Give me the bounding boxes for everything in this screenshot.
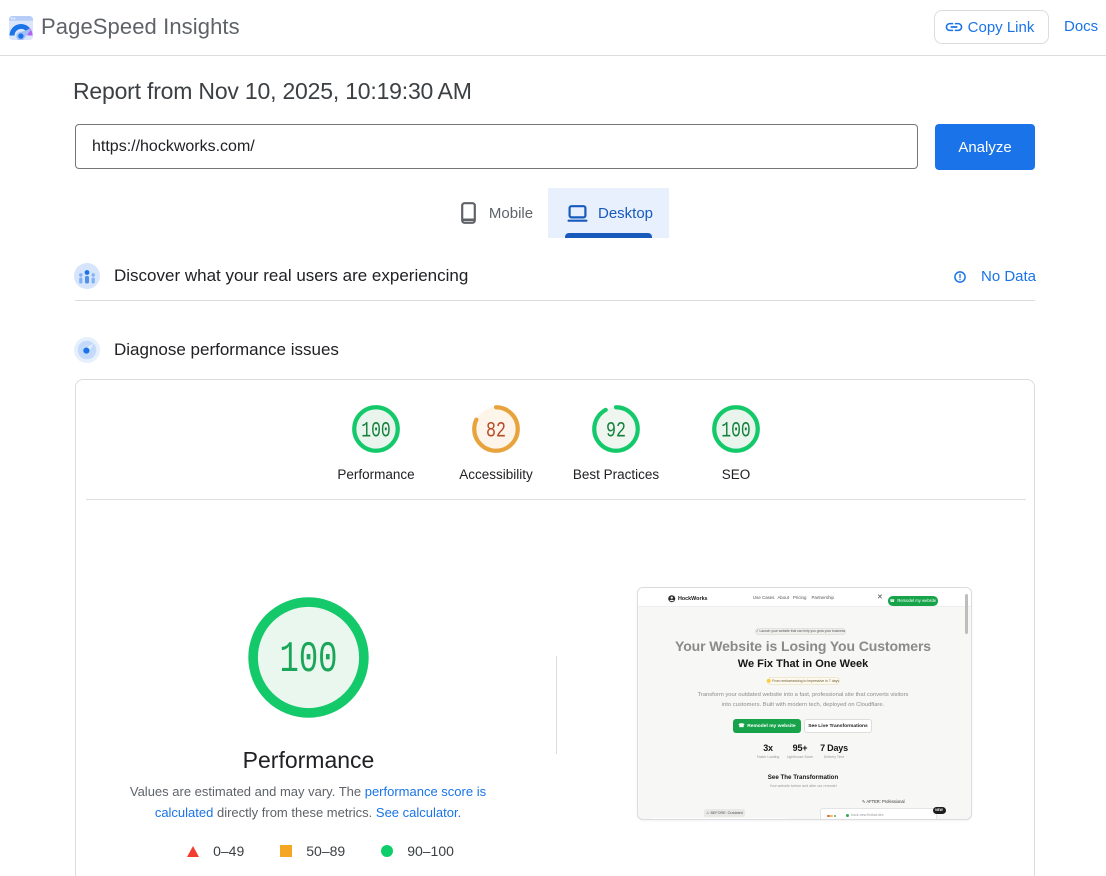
svg-text:100: 100 — [721, 419, 751, 444]
svg-text:82: 82 — [486, 419, 506, 444]
svg-text:92: 92 — [606, 419, 626, 444]
svg-text:100: 100 — [361, 419, 391, 444]
svg-text:100: 100 — [280, 636, 338, 685]
